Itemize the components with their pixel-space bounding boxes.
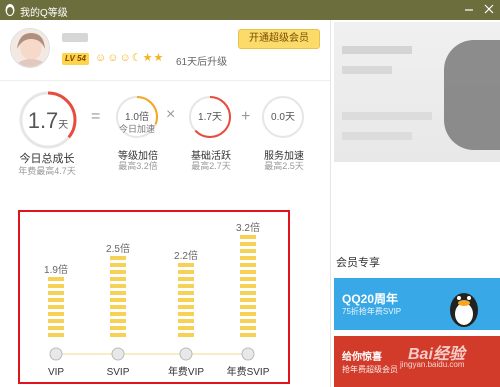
chart-data-label: 3.2倍 bbox=[236, 221, 260, 234]
service-boost-value: 0.0天 bbox=[271, 112, 295, 123]
level-bonus-max: 最高3.2倍 bbox=[118, 161, 158, 171]
window-titlebar: 我的Q等级 bbox=[0, 0, 500, 20]
sun-icon: ☺ bbox=[95, 52, 107, 64]
chart-bar bbox=[178, 263, 194, 337]
panel-divider bbox=[330, 20, 331, 387]
promo-title: 给你惊喜 bbox=[342, 352, 382, 363]
chart-canvas: 1.9倍 VIP 2.5倍 SVIP 2.2倍年费VIP 3.2倍年费SVIP bbox=[44, 221, 270, 378]
level-bonus-gauge: 1.0倍 今日加速 bbox=[114, 94, 160, 140]
promo-banner-qq20[interactable]: QQ20周年 75折抢年费SVIP bbox=[334, 278, 500, 330]
chart-data-label: 2.2倍 bbox=[174, 249, 198, 262]
avatar[interactable] bbox=[10, 28, 50, 68]
moon-icon: ☾ bbox=[131, 52, 142, 64]
close-icon[interactable] bbox=[482, 2, 496, 16]
level-bonus-value: 1.0倍 bbox=[125, 112, 149, 123]
chart-category-label: 年费VIP bbox=[168, 365, 204, 378]
service-boost-gauge: 0.0天 bbox=[260, 94, 306, 140]
qq-penguin-icon bbox=[5, 4, 15, 16]
tier-icon bbox=[111, 347, 125, 361]
promo-title: QQ20周年 bbox=[342, 292, 399, 306]
total-growth-value: 1.7天 bbox=[27, 108, 69, 133]
username bbox=[62, 33, 88, 42]
chart-category-label: VIP bbox=[48, 367, 64, 378]
base-active-gauge: 1.7天 bbox=[187, 94, 233, 140]
chart-category-label: SVIP bbox=[107, 367, 130, 378]
watermark-url: jingyan.baidu.com bbox=[400, 360, 465, 369]
star-icon: ★ bbox=[153, 52, 164, 64]
sun-icon: ☺ bbox=[119, 52, 131, 64]
level-icons: ☺ ☺ ☺ ☾ ★ ★ bbox=[95, 50, 163, 66]
service-boost-max: 最高2.5天 bbox=[264, 161, 304, 171]
times-sign: × bbox=[166, 106, 176, 123]
open-svip-button[interactable]: 开通超级会员 bbox=[238, 29, 320, 49]
chart-bar bbox=[48, 277, 64, 337]
upgrade-countdown: 61天后升级 bbox=[176, 57, 228, 68]
base-active-max: 最高2.7天 bbox=[191, 161, 231, 171]
vip-speed-chart: 1.9倍 VIP 2.5倍 SVIP 2.2倍年费VIP 3.2倍年费SVIP bbox=[18, 210, 290, 384]
chart-bar bbox=[240, 235, 256, 337]
equals-sign: = bbox=[91, 108, 101, 125]
tier-icon bbox=[179, 347, 193, 361]
chart-data-label: 1.9倍 bbox=[44, 263, 68, 276]
minimize-icon[interactable] bbox=[462, 2, 476, 16]
banner-image[interactable] bbox=[334, 22, 500, 162]
chart-data-label: 2.5倍 bbox=[106, 242, 130, 255]
plus-sign: + bbox=[241, 108, 251, 125]
star-icon: ★ bbox=[142, 52, 153, 64]
chart-bar bbox=[110, 256, 126, 337]
level-bonus-note: 今日加速 bbox=[118, 124, 155, 134]
total-growth-gauge: 1.7天 bbox=[14, 90, 82, 150]
promo-subtitle: 75折抢年费SVIP bbox=[342, 307, 402, 316]
tier-icon bbox=[49, 347, 63, 361]
sun-icon: ☺ bbox=[107, 52, 119, 64]
qq-penguin-icon bbox=[450, 293, 478, 327]
base-active-value: 1.7天 bbox=[198, 112, 222, 123]
tier-icon bbox=[241, 347, 255, 361]
chart-category-label: 年费SVIP bbox=[227, 365, 270, 378]
member-exclusive-title: 会员专享 bbox=[336, 257, 380, 269]
window-title: 我的Q等级 bbox=[20, 8, 68, 19]
level-badge: LV 54 bbox=[62, 53, 89, 65]
promo-subtitle: 抢年费超级会员 bbox=[342, 365, 398, 374]
total-growth-max: 年费最高4.7天 bbox=[18, 166, 76, 176]
section-divider bbox=[0, 80, 330, 81]
